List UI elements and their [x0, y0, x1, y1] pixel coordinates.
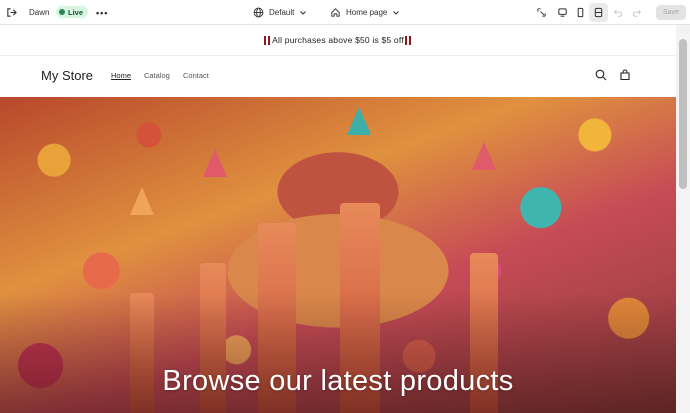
announcement-text: All purchases above $50 is $5 off	[272, 35, 404, 45]
desktop-view-icon[interactable]	[553, 3, 572, 22]
store-logo[interactable]: My Store	[41, 68, 93, 83]
theme-name: Dawn	[29, 8, 50, 17]
live-dot-icon	[59, 9, 65, 15]
more-actions-button[interactable]: •••	[96, 0, 108, 25]
editor-toolbar: Dawn Live ••• Default Home page Save	[0, 0, 690, 25]
status-badge-label: Live	[68, 7, 84, 17]
hero-image-spire	[203, 149, 227, 177]
nav-link-home[interactable]: Home	[111, 71, 131, 80]
hero-image-spire	[347, 107, 371, 135]
status-badge: Live	[56, 6, 89, 18]
undo-icon[interactable]	[613, 0, 623, 25]
chevron-down-icon	[300, 10, 307, 15]
hero-banner: Browse our latest products	[0, 97, 676, 413]
redo-icon[interactable]	[632, 0, 642, 25]
preview-scrollbar[interactable]	[676, 25, 690, 413]
nav-link-catalog[interactable]: Catalog	[144, 71, 170, 80]
announcement-bar: All purchases above $50 is $5 off	[0, 25, 676, 56]
hero-image-spire	[130, 187, 154, 215]
save-button[interactable]: Save	[656, 5, 686, 20]
page-select[interactable]: Home page	[330, 0, 400, 25]
search-icon[interactable]	[593, 67, 609, 83]
mobile-view-icon[interactable]	[571, 3, 590, 22]
hero-image-spire	[472, 142, 496, 170]
theme-select-label: Default	[269, 8, 295, 17]
chevron-down-icon	[393, 10, 400, 15]
announcement-decoration-icon	[404, 35, 412, 45]
cart-icon[interactable]	[617, 67, 633, 83]
announcement-decoration-icon	[264, 35, 272, 45]
globe-icon	[253, 7, 264, 18]
nav-link-contact[interactable]: Contact	[183, 71, 209, 80]
exit-icon[interactable]	[6, 0, 18, 25]
scrollbar-thumb[interactable]	[679, 39, 687, 189]
full-width-view-icon[interactable]	[589, 3, 608, 22]
store-header: My Store Home Catalog Contact	[0, 56, 676, 98]
inspector-icon[interactable]	[532, 3, 551, 22]
theme-settings-select[interactable]: Default	[253, 0, 307, 25]
storefront-preview: All purchases above $50 is $5 off My Sto…	[0, 25, 690, 413]
page-select-label: Home page	[346, 8, 388, 17]
hero-title: Browse our latest products	[162, 365, 514, 397]
home-icon	[331, 8, 340, 17]
